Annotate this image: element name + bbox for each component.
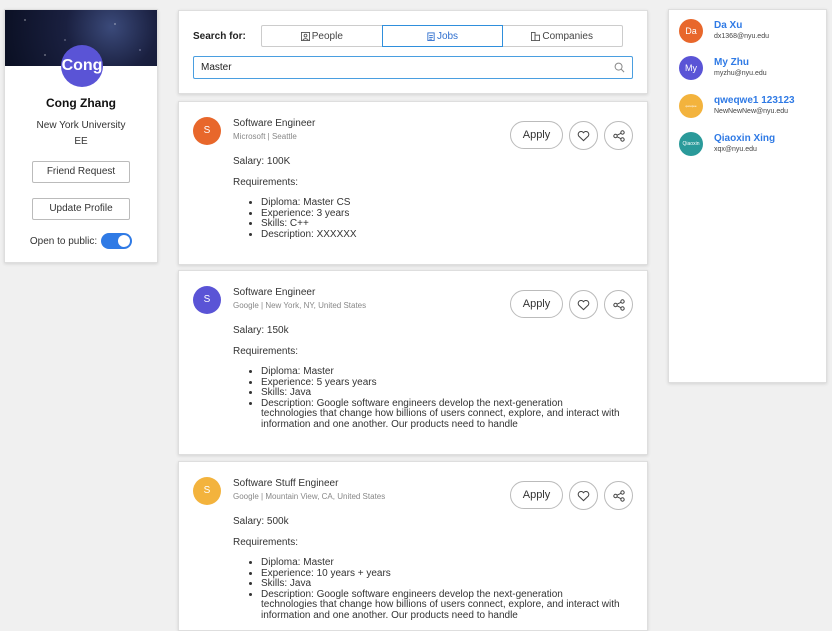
contact-item[interactable]: My My Zhu myzhu@nyu.edu bbox=[679, 56, 767, 80]
tab-companies[interactable]: Companies bbox=[502, 26, 622, 46]
building-icon bbox=[531, 31, 541, 41]
job-title[interactable]: Software Stuff Engineer bbox=[233, 478, 338, 489]
share-icon bbox=[612, 298, 625, 311]
requirements-list: Diploma: Master Experience: 10 years + y… bbox=[261, 557, 621, 622]
list-item: Description: Google software engineers d… bbox=[261, 589, 621, 622]
job-card: S Software Engineer Microsoft | Seattle … bbox=[178, 101, 648, 265]
requirements-label: Requirements: bbox=[233, 177, 299, 188]
tab-people[interactable]: People bbox=[262, 26, 383, 46]
list-item: Experience: 5 years years bbox=[261, 377, 621, 389]
contact-avatar: My bbox=[679, 56, 703, 80]
requirements-label: Requirements: bbox=[233, 537, 299, 548]
company-logo: S bbox=[193, 117, 221, 145]
search-card: Search for: People Jobs Companies bbox=[178, 10, 648, 94]
job-salary: Salary: 500k bbox=[233, 516, 289, 527]
toggle-knob bbox=[118, 235, 131, 247]
contacts-card: Da Da Xu dx1368@nyu.edu My My Zhu myzhu@… bbox=[668, 9, 827, 383]
contact-name[interactable]: Da Xu bbox=[714, 20, 769, 31]
update-profile-button[interactable]: Update Profile bbox=[32, 198, 130, 220]
contact-item[interactable]: Qiaoxin Qiaoxin Xing xqx@nyu.edu bbox=[679, 132, 775, 156]
search-input[interactable] bbox=[194, 57, 594, 78]
company-logo: S bbox=[193, 477, 221, 505]
profile-major: EE bbox=[74, 136, 88, 147]
contact-avatar: qweqwe bbox=[679, 94, 703, 118]
search-input-wrapper bbox=[193, 56, 633, 79]
contact-name[interactable]: Qiaoxin Xing bbox=[714, 133, 775, 144]
favorite-button[interactable] bbox=[569, 481, 598, 510]
job-company: Microsoft | Seattle bbox=[233, 132, 297, 141]
search-icon[interactable] bbox=[614, 62, 625, 73]
list-item: Diploma: Master bbox=[261, 557, 621, 569]
favorite-button[interactable] bbox=[569, 121, 598, 150]
favorite-button[interactable] bbox=[569, 290, 598, 319]
job-title[interactable]: Software Engineer bbox=[233, 287, 315, 298]
contact-avatar: Qiaoxin bbox=[679, 132, 703, 156]
apply-button[interactable]: Apply bbox=[510, 481, 563, 509]
tab-jobs-label: Jobs bbox=[436, 30, 459, 42]
list-item: Description: XXXXXX bbox=[261, 229, 621, 241]
share-icon bbox=[612, 489, 625, 502]
contact-email: myzhu@nyu.edu bbox=[714, 70, 767, 77]
public-label: Open to public: bbox=[29, 235, 98, 247]
heart-icon bbox=[577, 299, 590, 310]
contact-email: dx1368@nyu.edu bbox=[714, 33, 769, 40]
apply-button[interactable]: Apply bbox=[510, 290, 563, 318]
search-for-label: Search for: bbox=[193, 31, 246, 42]
requirements-list: Diploma: Master Experience: 5 years year… bbox=[261, 366, 621, 431]
public-toggle-row: Open to public: bbox=[5, 233, 157, 249]
company-logo: S bbox=[193, 286, 221, 314]
clipboard-icon bbox=[427, 31, 435, 41]
tab-companies-label: Companies bbox=[542, 30, 593, 42]
requirements-label: Requirements: bbox=[233, 346, 299, 357]
avatar[interactable]: Cong bbox=[61, 45, 103, 87]
share-button[interactable] bbox=[604, 121, 633, 150]
contact-name[interactable]: qweqwe1 123123 bbox=[714, 95, 795, 106]
heart-icon bbox=[577, 130, 590, 141]
job-card: S Software Engineer Google | New York, N… bbox=[178, 270, 648, 455]
share-button[interactable] bbox=[604, 290, 633, 319]
share-button[interactable] bbox=[604, 481, 633, 510]
tab-people-label: People bbox=[311, 30, 343, 42]
job-title[interactable]: Software Engineer bbox=[233, 118, 315, 129]
contact-avatar: Da bbox=[679, 19, 703, 43]
list-item: Diploma: Master bbox=[261, 366, 621, 378]
contact-name[interactable]: My Zhu bbox=[714, 57, 767, 68]
profile-name: Cong Zhang bbox=[46, 96, 116, 110]
tab-jobs[interactable]: Jobs bbox=[381, 25, 504, 47]
profile-university: New York University bbox=[36, 120, 126, 131]
job-company: Google | New York, NY, United States bbox=[233, 301, 367, 310]
contact-item[interactable]: qweqwe qweqwe1 123123 NewNewNew@nyu.edu bbox=[679, 94, 795, 118]
contact-email: xqx@nyu.edu bbox=[714, 146, 757, 153]
list-item: Skills: Java bbox=[261, 387, 621, 399]
contact-item[interactable]: Da Da Xu dx1368@nyu.edu bbox=[679, 19, 769, 43]
friend-request-button[interactable]: Friend Request bbox=[32, 161, 130, 183]
heart-icon bbox=[577, 490, 590, 501]
list-item: Skills: Java bbox=[261, 578, 621, 590]
job-salary: Salary: 150k bbox=[233, 325, 289, 336]
list-item: Description: Google software engineers d… bbox=[261, 398, 621, 431]
job-company: Google | Mountain View, CA, United State… bbox=[233, 492, 386, 501]
job-card: S Software Stuff Engineer Google | Mount… bbox=[178, 461, 648, 631]
apply-button[interactable]: Apply bbox=[510, 121, 563, 149]
contact-email: NewNewNew@nyu.edu bbox=[714, 108, 789, 115]
list-item: Skills: C++ bbox=[261, 218, 621, 230]
list-item: Diploma: Master CS bbox=[261, 197, 621, 209]
list-item: Experience: 3 years bbox=[261, 208, 621, 220]
public-toggle[interactable] bbox=[101, 233, 133, 249]
share-icon bbox=[612, 129, 625, 142]
list-item: Experience: 10 years + years bbox=[261, 568, 621, 580]
profile-card: Cong Cong Zhang New York University EE F… bbox=[4, 9, 158, 263]
requirements-list: Diploma: Master CS Experience: 3 years S… bbox=[261, 197, 621, 241]
person-box-icon bbox=[300, 31, 310, 41]
search-type-tabs: People Jobs Companies bbox=[261, 25, 623, 47]
job-salary: Salary: 100K bbox=[233, 156, 291, 167]
